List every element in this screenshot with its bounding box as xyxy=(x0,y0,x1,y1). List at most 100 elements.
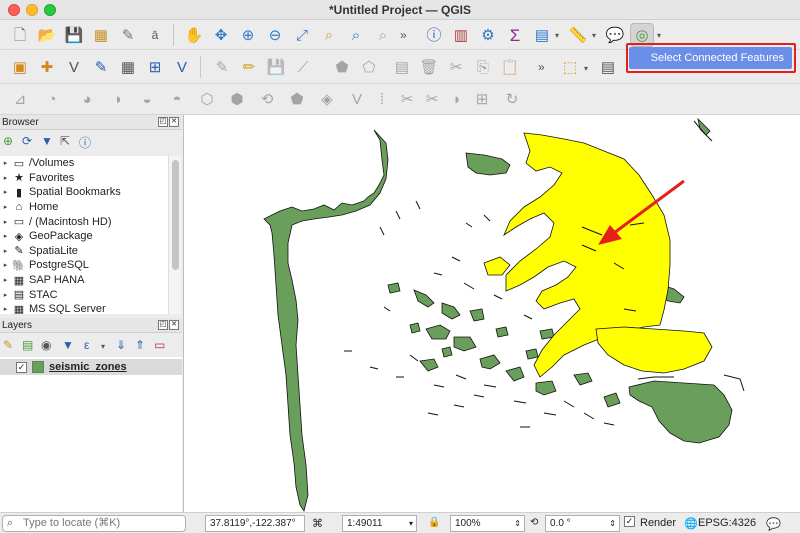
add-vector-layer-icon[interactable]: V xyxy=(62,55,86,79)
expand-arrow-icon[interactable]: ▸ xyxy=(0,203,11,211)
reshape-icon[interactable]: ⬡ xyxy=(195,87,219,111)
digitize-line-icon[interactable]: ⟋ xyxy=(291,55,315,79)
new-layer-icon[interactable]: ✚ xyxy=(35,55,59,79)
trim-extend-icon[interactable]: ⬟ xyxy=(285,87,309,111)
expand-arrow-icon[interactable]: ▸ xyxy=(0,247,11,255)
select-connected-features-icon[interactable]: ◎ xyxy=(630,23,654,47)
browser-scrollbar[interactable] xyxy=(168,156,181,314)
expand-arrow-icon[interactable]: ▸ xyxy=(0,232,11,240)
statistics-sigma-icon[interactable]: Σ xyxy=(503,23,527,47)
browser-item[interactable]: ▸ ✎ SpatiaLite xyxy=(0,244,168,259)
save-edits-icon[interactable]: 💾 xyxy=(264,55,288,79)
new-project-icon[interactable]: 🗋 xyxy=(8,23,32,47)
add-mesh-layer-icon[interactable]: ⊞ xyxy=(143,55,167,79)
zoom-out-icon[interactable]: ⊖ xyxy=(263,23,287,47)
browser-item[interactable]: ▸ ▭ /Volumes xyxy=(0,156,168,171)
settings-gear-icon[interactable]: ⚙ xyxy=(476,23,500,47)
add-selected-layers-icon[interactable]: ⊕ xyxy=(3,134,13,148)
close-panel-icon[interactable]: ✕ xyxy=(169,320,179,330)
expand-arrow-icon[interactable]: ▸ xyxy=(0,188,11,196)
open-table-icon[interactable]: ▤ xyxy=(530,23,554,47)
browser-item[interactable]: ▸ ▦ SAP HANA xyxy=(0,273,168,288)
merge-attributes-icon[interactable]: ✂ xyxy=(420,87,444,111)
float-panel-icon[interactable]: ◰ xyxy=(158,320,168,330)
more-tools-icon[interactable]: » xyxy=(400,28,407,42)
info-icon[interactable]: ⓘ xyxy=(79,134,91,151)
add-raster-layer-icon[interactable]: ▦ xyxy=(116,55,140,79)
lock-scale-icon[interactable]: 🔒 xyxy=(428,517,440,528)
remove-layer-icon[interactable]: ▭ xyxy=(154,338,165,352)
expand-arrow-icon[interactable]: ▸ xyxy=(0,291,11,299)
add-part-icon[interactable]: ◕ xyxy=(75,87,99,111)
simplify-icon[interactable]: ◈ xyxy=(315,87,339,111)
pan-to-selection-icon[interactable]: ✥ xyxy=(209,23,233,47)
scrollbar-thumb[interactable] xyxy=(172,160,179,270)
messages-icon[interactable]: 💬 xyxy=(766,517,781,531)
zoom-in-icon[interactable]: ⊕ xyxy=(236,23,260,47)
render-checkbox[interactable]: ✓ xyxy=(624,516,635,527)
save-project-icon[interactable]: 💾 xyxy=(62,23,86,47)
stepper-icon[interactable]: ⇕ xyxy=(514,516,521,531)
filter-icon[interactable]: ▼ xyxy=(41,134,53,148)
vertex-tool-icon[interactable]: ⬠ xyxy=(357,55,381,79)
layer-visibility-checkbox[interactable]: ✓ xyxy=(16,361,27,373)
visibility-eye-icon[interactable]: ◉ xyxy=(41,338,51,352)
measure-line-icon[interactable]: 📏 xyxy=(566,23,590,47)
magnifier-field[interactable]: 100% ⇕ xyxy=(450,515,525,532)
stepper-icon[interactable]: ⇕ xyxy=(609,516,616,531)
chevron-down-icon[interactable]: ▾ xyxy=(555,31,559,40)
close-panel-icon[interactable]: ✕ xyxy=(169,117,179,127)
modify-attributes-icon[interactable]: ▤ xyxy=(390,55,414,79)
copy-features-icon[interactable]: ⎘ xyxy=(471,55,495,79)
offset-curve-icon[interactable]: ⬢ xyxy=(225,87,249,111)
collapse-all-icon[interactable]: ⇱ xyxy=(60,134,70,148)
expand-arrow-icon[interactable]: ▸ xyxy=(0,261,11,269)
style-layer-icon[interactable]: ✎ xyxy=(3,338,13,352)
map-canvas[interactable] xyxy=(183,115,800,512)
layer-row[interactable]: ✓ seismic_zones xyxy=(0,359,182,375)
open-project-icon[interactable]: 📂 xyxy=(35,23,59,47)
expand-arrow-icon[interactable]: ▸ xyxy=(0,218,11,226)
expand-arrow-icon[interactable]: ▸ xyxy=(0,276,11,284)
expand-all-icon[interactable]: ⇓ xyxy=(116,338,126,352)
zoom-to-layer-icon[interactable]: ⌕ xyxy=(344,23,368,47)
refresh-icon[interactable]: ⟳ xyxy=(22,134,32,148)
style-manager-icon[interactable]: ā xyxy=(143,23,167,47)
add-virtual-layer-icon[interactable]: V xyxy=(170,55,194,79)
attribute-table-icon[interactable]: ▥ xyxy=(449,23,473,47)
crs-globe-icon[interactable]: 🌐 xyxy=(684,517,698,530)
split-features-icon[interactable]: V xyxy=(345,87,369,111)
rotation-field[interactable]: 0.0 ° ⇕ xyxy=(545,515,620,532)
chevron-down-icon[interactable]: ▾ xyxy=(657,31,661,40)
reverse-line-icon[interactable]: ⟲ xyxy=(255,87,279,111)
select-connected-features-menu-item[interactable]: Select Connected Features xyxy=(629,47,792,69)
browser-item[interactable]: ▸ ★ Favorites xyxy=(0,171,168,186)
new-print-layout-icon[interactable]: ▦ xyxy=(89,23,113,47)
split-parts-icon[interactable]: ⁞ xyxy=(370,87,394,111)
align-icon[interactable]: ⊞ xyxy=(470,87,494,111)
chevron-down-icon[interactable]: ▾ xyxy=(592,31,596,40)
browser-item[interactable]: ▸ 🐘 PostgreSQL xyxy=(0,258,168,273)
zoom-full-icon[interactable]: ⤢ xyxy=(290,23,314,47)
coordinate-field[interactable]: 37.8119°,-122.387° xyxy=(205,515,305,532)
browser-item[interactable]: ▸ ▦ MS SQL Server xyxy=(0,302,168,314)
chevron-down-icon[interactable]: ▾ xyxy=(409,516,413,531)
collapse-layers-icon[interactable]: ⇑ xyxy=(135,338,145,352)
add-ring-icon[interactable]: ◔ xyxy=(40,87,64,111)
pan-map-icon[interactable]: ✋ xyxy=(182,23,206,47)
toggle-editing-icon[interactable]: ✏ xyxy=(237,55,261,79)
merge-features-icon[interactable]: ✂ xyxy=(395,87,419,111)
zoom-native-icon[interactable]: ⌕ xyxy=(371,23,395,47)
locator-search-input[interactable]: ⌕ Type to locate (⌘K) xyxy=(2,515,186,532)
float-panel-icon[interactable]: ◰ xyxy=(158,117,168,127)
zoom-to-selection-icon[interactable]: ⌕ xyxy=(317,23,341,47)
expression-filter-icon[interactable]: ε xyxy=(84,338,89,352)
rotate-labels-icon[interactable]: ◗ xyxy=(445,87,469,111)
select-by-value-icon[interactable]: ▤ xyxy=(596,55,620,79)
identify-features-icon[interactable]: ⓘ xyxy=(422,23,446,47)
select-features-icon[interactable]: ⬚ xyxy=(558,55,582,79)
browser-item[interactable]: ▸ ▭ / (Macintosh HD) xyxy=(0,214,168,229)
advanced-digitize-icon[interactable]: ⊿ xyxy=(8,87,32,111)
add-spatialite-layer-icon[interactable]: ✎ xyxy=(89,55,113,79)
scale-field[interactable]: 1:49011 ▾ xyxy=(342,515,417,532)
